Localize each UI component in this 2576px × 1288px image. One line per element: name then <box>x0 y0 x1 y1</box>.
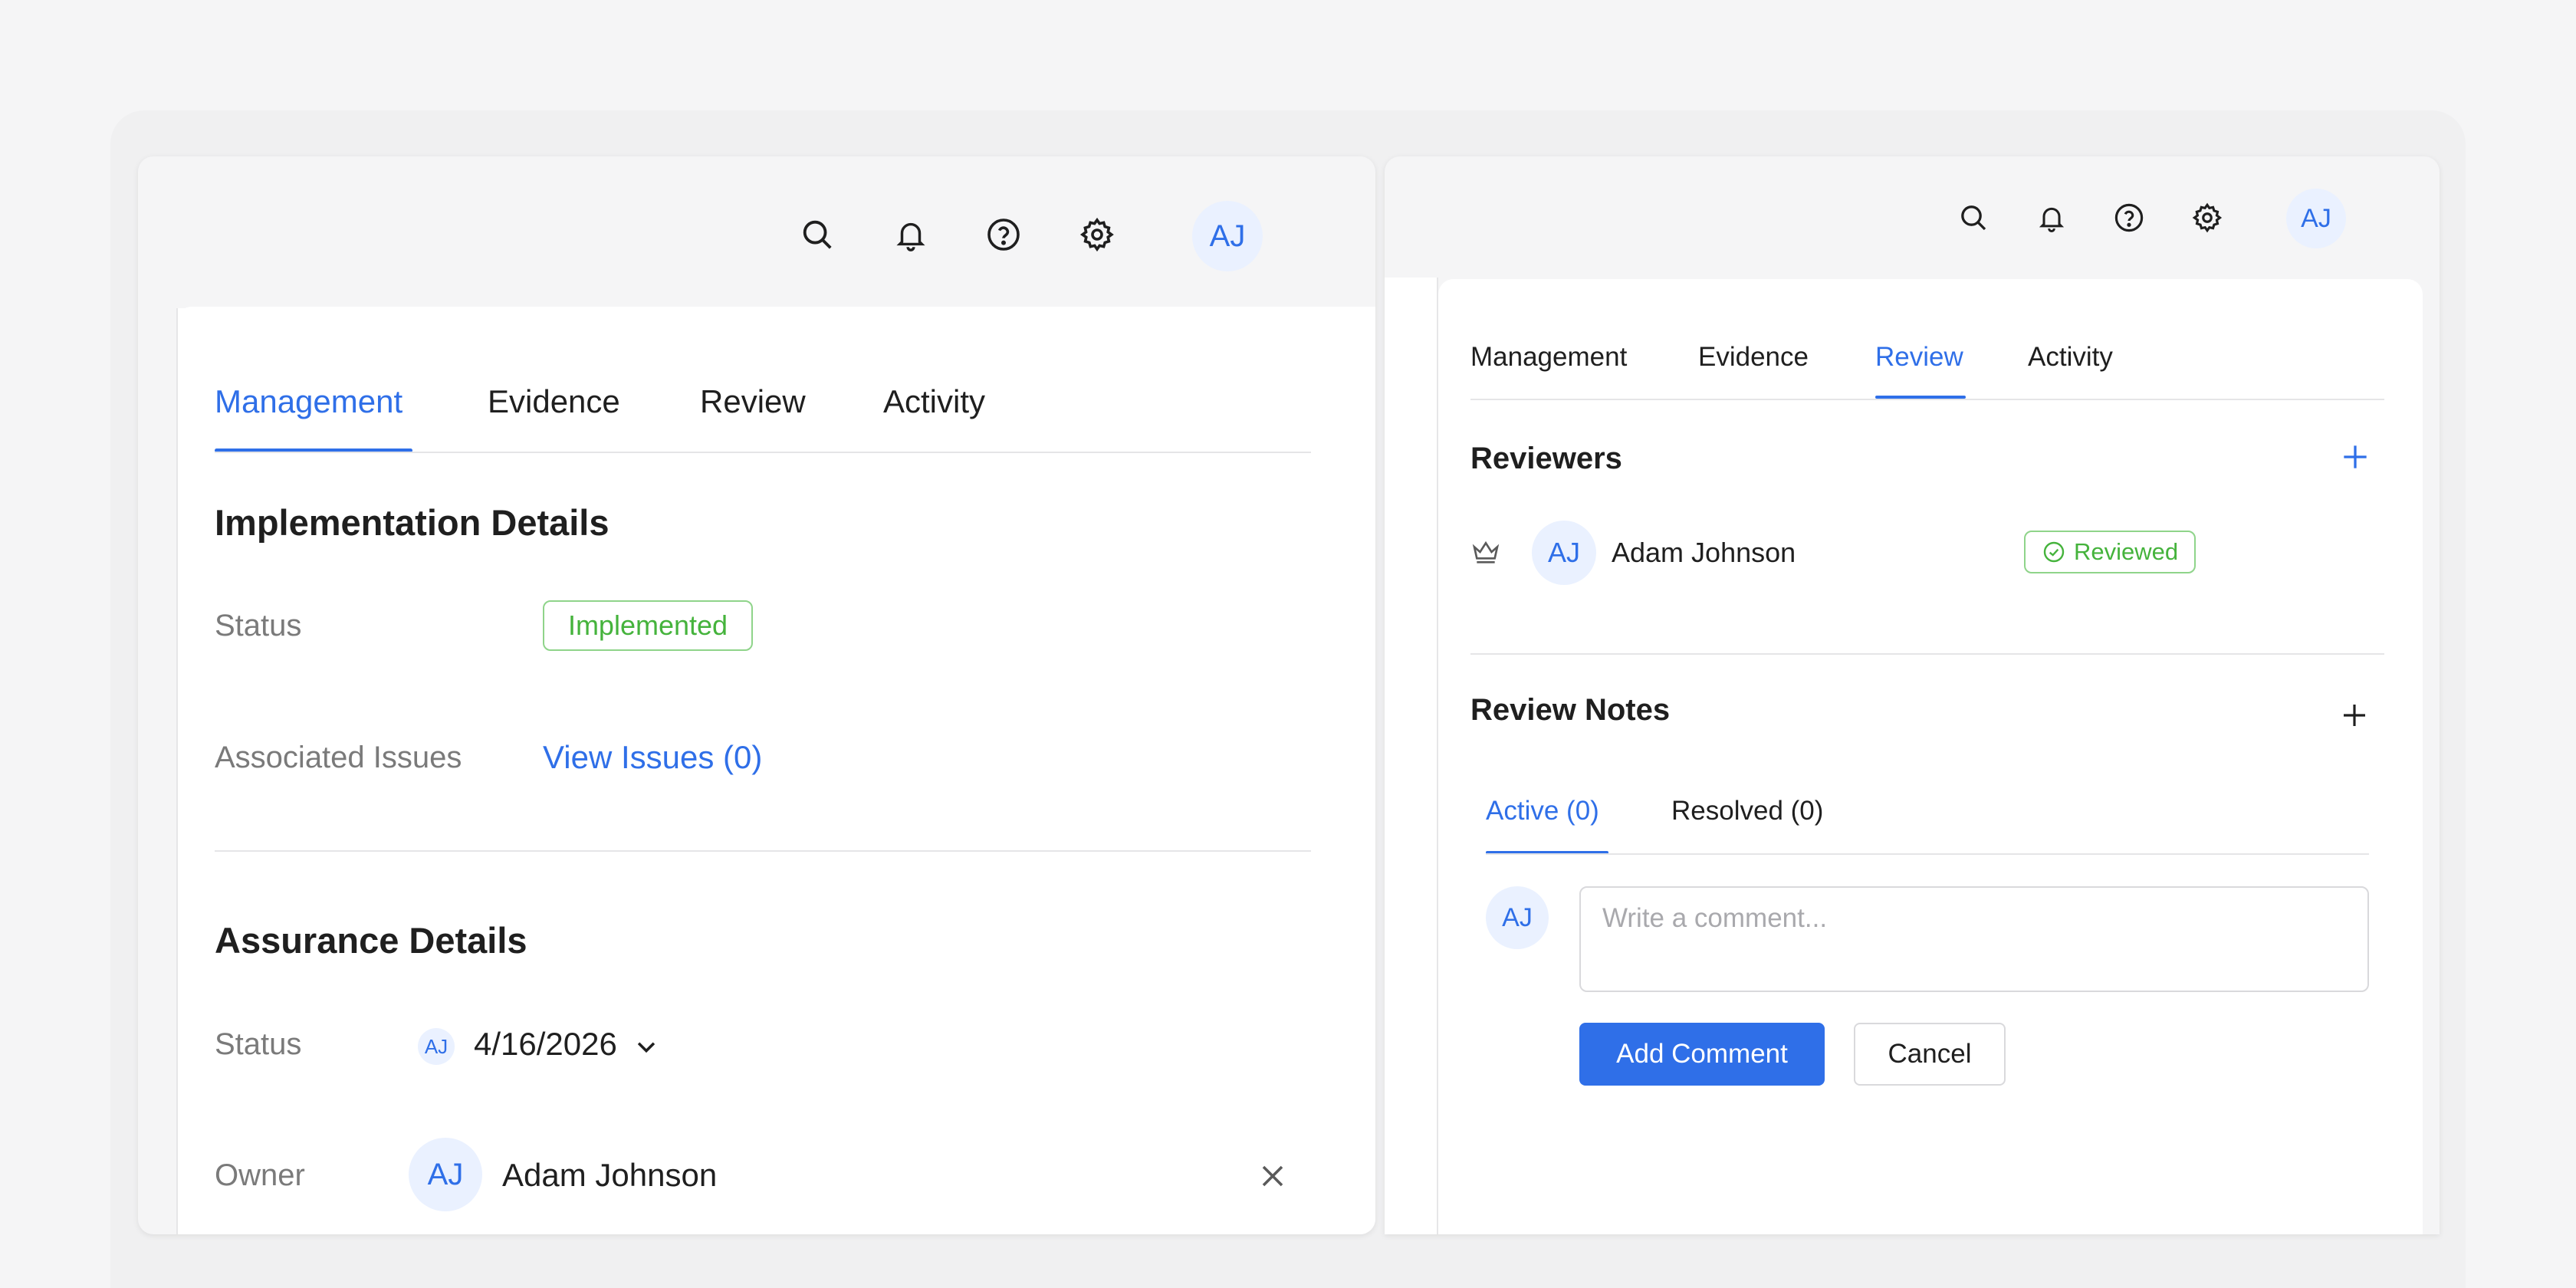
section-divider <box>215 850 1311 852</box>
reviewers-title: Reviewers <box>1470 442 1622 475</box>
review-notes-title: Review Notes <box>1470 693 1671 727</box>
help-icon[interactable] <box>2108 196 2150 239</box>
assurance-details-title: Assurance Details <box>215 920 527 961</box>
reviewer-name: Adam Johnson <box>1612 537 1796 568</box>
commenter-avatar: AJ <box>1486 886 1549 949</box>
reviewer-avatar: AJ <box>1532 521 1596 585</box>
right-content-card <box>1438 279 2423 1234</box>
tab-review[interactable]: Review <box>700 383 806 420</box>
assurance-status-avatar: AJ <box>418 1028 455 1065</box>
search-icon[interactable] <box>1952 196 1995 239</box>
close-icon[interactable] <box>1254 1158 1291 1194</box>
check-circle-icon <box>2042 540 2066 564</box>
tab-evidence[interactable]: Evidence <box>488 383 620 420</box>
user-avatar-initials: AJ <box>2301 203 2331 233</box>
tab-activity[interactable]: Activity <box>2028 342 2113 373</box>
right-sidebar-edge <box>1385 278 1438 1234</box>
reviewed-badge-text: Reviewed <box>2073 538 2179 565</box>
gear-icon[interactable] <box>2186 196 2229 239</box>
status-label: Status <box>215 609 302 642</box>
assurance-status-avatar-initials: AJ <box>424 1034 449 1058</box>
tabs-divider <box>215 452 1311 453</box>
add-comment-button[interactable]: Add Comment <box>1579 1023 1825 1086</box>
bell-icon[interactable] <box>2030 196 2073 239</box>
status-badge-text: Implemented <box>567 610 728 641</box>
cancel-button[interactable]: Cancel <box>1854 1023 2006 1086</box>
tab-evidence[interactable]: Evidence <box>1698 342 1809 373</box>
user-avatar-initials: AJ <box>1209 219 1246 253</box>
implementation-details-title: Implementation Details <box>215 502 610 543</box>
tab-activity[interactable]: Activity <box>883 383 985 420</box>
owner-avatar-initials: AJ <box>427 1157 464 1191</box>
user-avatar[interactable]: AJ <box>1192 201 1263 271</box>
chevron-down-icon[interactable] <box>633 1033 659 1060</box>
tab-management[interactable]: Management <box>215 383 402 420</box>
add-note-button[interactable] <box>2338 699 2371 731</box>
notes-tabs-divider <box>1486 853 2369 855</box>
add-reviewer-button[interactable] <box>2338 440 2372 474</box>
bell-icon[interactable] <box>889 213 932 256</box>
assurance-date[interactable]: 4/16/2026 <box>474 1026 617 1063</box>
owner-name: Adam Johnson <box>502 1157 718 1193</box>
crown-icon <box>1470 537 1501 567</box>
tab-review[interactable]: Review <box>1875 342 1963 373</box>
reviewer-avatar-initials: AJ <box>1547 537 1580 568</box>
reviewers-divider <box>1470 653 2384 655</box>
user-avatar[interactable]: AJ <box>2286 189 2346 248</box>
associated-issues-label: Associated Issues <box>215 741 462 774</box>
view-issues-link[interactable]: View Issues (0) <box>543 739 762 776</box>
reviewed-badge: Reviewed <box>2024 531 2196 573</box>
add-comment-label: Add Comment <box>1616 1039 1788 1069</box>
status-badge: Implemented <box>543 600 753 651</box>
gear-icon[interactable] <box>1076 213 1119 256</box>
comment-input[interactable] <box>1579 886 2369 992</box>
assurance-status-label: Status <box>215 1027 302 1061</box>
tab-management[interactable]: Management <box>1470 342 1627 373</box>
commenter-avatar-initials: AJ <box>1502 902 1533 932</box>
owner-label: Owner <box>215 1158 305 1192</box>
cancel-label: Cancel <box>1888 1039 1972 1069</box>
owner-avatar: AJ <box>409 1138 482 1211</box>
search-icon[interactable] <box>796 213 839 256</box>
tabs-divider <box>1470 399 2384 400</box>
tab-resolved-notes[interactable]: Resolved (0) <box>1671 796 1823 826</box>
help-icon[interactable] <box>982 213 1025 256</box>
tab-active-notes[interactable]: Active (0) <box>1486 796 1599 826</box>
